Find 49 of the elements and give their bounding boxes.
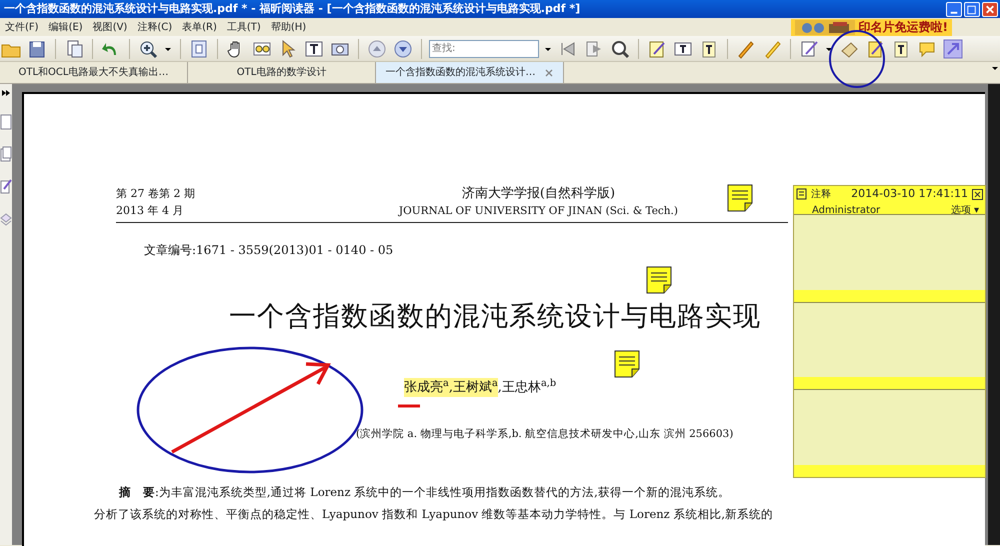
abstract-text: 分析了该系统的对称性、平衡点的稳定性、Lyapunov 指数和 Lyapunov 维数等基本动力学特性。与 Lorenz 系统相比,新系统的: [94, 506, 774, 523]
pen-icon[interactable]: [799, 38, 819, 58]
sticky-note-icon[interactable]: [646, 266, 672, 294]
pen-icon[interactable]: [0, 178, 12, 194]
pencil-icon[interactable]: [736, 38, 756, 58]
menu-item[interactable]: 文件(F): [0, 20, 44, 34]
article-number: 文章编号:1671 - 3559(2013)01 - 0140 - 05: [144, 242, 394, 260]
menu-item[interactable]: 表单(R): [177, 20, 222, 34]
author-name: ,王树斌$^{a}$: [448, 378, 498, 398]
pages-icon[interactable]: [0, 146, 12, 162]
menu-item[interactable]: 工具(T): [222, 20, 266, 34]
abstract-text: :为丰富混沌系统类型,通过将 Lorenz 系统中的一个非线性项用指数函数替代的方法,获得一个新的混沌系统。: [155, 484, 730, 501]
window-title: 一个含指数函数的混沌系统设计与电路实现.pdf * - 福昕阅读器 - [一个含指数函数的混沌系统设计与电路实现.pdf *]: [4, 0, 582, 17]
author-name: ,王忠林$^{a,b}$: [498, 378, 556, 397]
paper-title: 一个含指数函数的混沌系统设计与电路实现: [229, 300, 762, 334]
page-icon[interactable]: [0, 114, 12, 130]
abstract-label: 摘 要: [119, 484, 155, 501]
note-edit-icon[interactable]: [647, 38, 667, 58]
ad-text: 印名片免运费啦!: [858, 19, 948, 36]
expand-icon[interactable]: [1, 88, 11, 98]
sticky-note-icon[interactable]: [727, 184, 753, 212]
issue-text: 第 27 卷第 2 期: [116, 186, 195, 202]
page-icon[interactable]: [189, 38, 209, 58]
note-author: Administrator: [812, 204, 880, 218]
menu-item[interactable]: 帮助(H): [266, 20, 312, 34]
search-icon[interactable]: [610, 38, 630, 58]
note-timestamp: 2014-03-10 17:41:11: [851, 186, 968, 202]
menu-item[interactable]: 视图(V): [88, 20, 132, 34]
down-icon[interactable]: [393, 38, 413, 58]
zoom-icon[interactable]: [138, 38, 158, 58]
save-icon[interactable]: [27, 38, 47, 58]
journal-title: 济南大学学报(自然科学版): [460, 185, 616, 203]
date-text: 2013 年 4 月: [116, 202, 184, 219]
underline-mark: [398, 404, 420, 408]
close-icon[interactable]: [972, 188, 983, 200]
search-field[interactable]: 查找:: [429, 40, 539, 58]
affiliation-text: (滨州学院 a. 物理与电子科学系,b. 航空信息技术研发中心,山东 滨州 256603): [356, 427, 734, 442]
journal-title-english: JOURNAL OF UNIVERSITY OF JINAN (Sci. & Tech.): [398, 204, 678, 218]
up-icon[interactable]: [367, 38, 387, 58]
menu-item[interactable]: 注释(C): [132, 20, 178, 34]
menu-item[interactable]: 编辑(E): [44, 20, 88, 34]
document-tab[interactable]: 一个含指数函数的混沌系统设计…: [376, 62, 564, 83]
ad-banner[interactable]: 印名片免运费啦!: [790, 18, 952, 36]
note-icon: [796, 188, 807, 200]
options-menu[interactable]: 选项 ▾: [950, 202, 979, 218]
author-name: 张成亮$^{a}$: [404, 378, 449, 398]
sticky-note-icon[interactable]: [614, 350, 640, 378]
note-label: 注释: [811, 188, 831, 202]
text-select-icon[interactable]: [304, 38, 324, 58]
